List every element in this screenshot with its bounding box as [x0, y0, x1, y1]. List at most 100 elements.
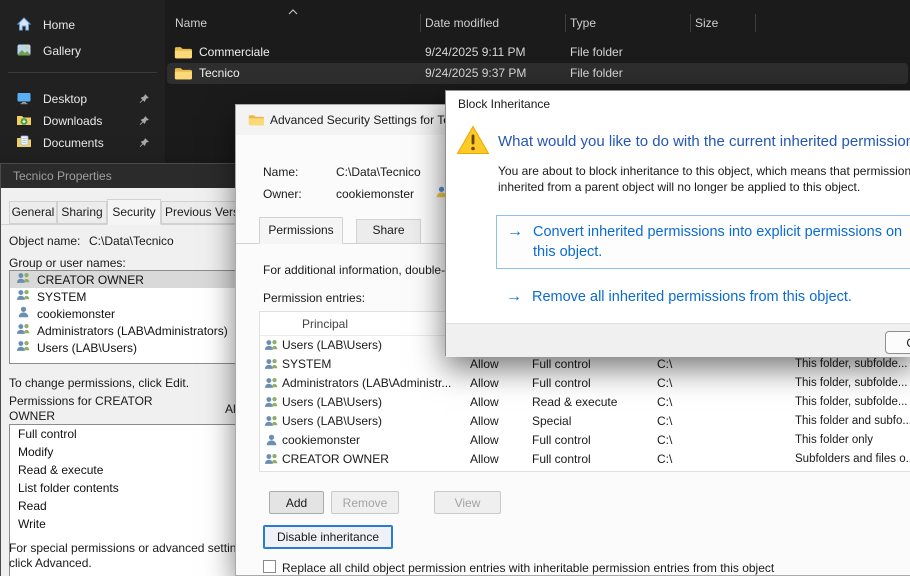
block-dialog-footer — [446, 323, 910, 357]
group-list-label: Group or user names: — [9, 256, 126, 270]
sidebar-item-label: Documents — [43, 136, 104, 150]
column-header-size[interactable]: Size — [695, 12, 718, 34]
group-name: Users (LAB\Users) — [37, 341, 137, 355]
cell-inherited-from: C:\ — [657, 450, 672, 469]
pin-icon — [138, 115, 150, 130]
permission-entry-row[interactable]: SYSTEM Allow Full control C:\ This folde… — [260, 355, 910, 374]
name-label: Name: — [263, 165, 298, 179]
file-name: Tecnico — [199, 63, 240, 84]
cell-access: Special — [532, 412, 571, 431]
cell-principal: Users (LAB\Users) — [282, 336, 464, 355]
cell-applies-to: This folder only — [795, 431, 910, 450]
tab-share[interactable]: Share — [356, 219, 421, 244]
view-button[interactable]: View — [434, 491, 501, 514]
cell-principal: Users (LAB\Users) — [282, 393, 464, 412]
cell-access: Full control — [532, 355, 591, 374]
permission-entry-row[interactable]: Users (LAB\Users) Allow Read & execute C… — [260, 393, 910, 412]
block-dialog-titlebar[interactable]: Block Inheritance — [446, 91, 910, 117]
pin-icon — [138, 93, 150, 108]
owner-value: cookiemonster — [336, 187, 414, 201]
group-icon — [16, 322, 31, 340]
dialog-title: Block Inheritance — [458, 97, 550, 111]
sidebar-separator — [8, 72, 157, 73]
cell-inherited-from: C:\ — [657, 393, 672, 412]
cell-applies-to: This folder, subfolde... — [795, 393, 910, 412]
add-button[interactable]: Add — [269, 491, 324, 514]
cell-type: Allow — [470, 374, 499, 393]
replace-permissions-checkbox[interactable] — [263, 560, 276, 573]
tab-permissions[interactable]: Permissions — [259, 217, 343, 244]
desktop-icon — [16, 90, 32, 109]
group-name: Administrators (LAB\Administrators) — [37, 324, 228, 338]
cell-type: Allow — [470, 355, 499, 374]
cell-applies-to: Subfolders and files o... — [795, 450, 910, 469]
cell-inherited-from: C:\ — [657, 431, 672, 450]
group-icon — [16, 288, 31, 306]
sidebar-item-label: Gallery — [43, 44, 81, 58]
name-value: C:\Data\Tecnico — [336, 165, 421, 179]
sidebar-item-label: Downloads — [43, 114, 102, 128]
folder-icon — [174, 66, 192, 87]
column-header-date-modified[interactable]: Date modified — [425, 12, 499, 34]
column-header-principal[interactable]: Principal — [302, 312, 348, 336]
group-icon — [16, 271, 31, 289]
column-separator[interactable] — [565, 14, 566, 32]
desktop-screen: Home Gallery Desktop Downloads Documents… — [0, 0, 910, 576]
pin-icon — [138, 137, 150, 152]
cell-access: Full control — [532, 431, 591, 450]
cell-type: Allow — [470, 431, 499, 450]
command-arrow-icon: → — [506, 288, 522, 306]
cell-principal: SYSTEM — [282, 355, 464, 374]
tab-general[interactable]: General — [9, 201, 57, 224]
permission-entry-row[interactable]: CREATOR OWNER Allow Full control C:\ Sub… — [260, 450, 910, 469]
cell-principal: cookiemonster — [282, 431, 464, 450]
remove-button[interactable]: Remove — [331, 491, 399, 514]
cell-inherited-from: C:\ — [657, 355, 672, 374]
cell-applies-to: This folder and subfo... — [795, 412, 910, 431]
tab-security[interactable]: Security — [107, 199, 161, 225]
owner-label: Owner: — [263, 187, 302, 201]
column-header-type[interactable]: Type — [570, 12, 596, 34]
group-name: cookiemonster — [37, 307, 115, 321]
sidebar-item-gallery[interactable]: Gallery — [5, 39, 160, 63]
cell-applies-to: This folder, subfolde... — [795, 355, 910, 374]
block-inheritance-dialog: Block Inheritance What would you like to… — [445, 90, 910, 356]
user-icon — [16, 305, 31, 323]
column-separator[interactable] — [420, 14, 421, 32]
file-row-commerciale[interactable]: Commerciale 9/24/2025 9:11 PM File folde… — [167, 42, 908, 63]
sidebar-item-label: Home — [43, 18, 75, 32]
file-row-tecnico[interactable]: Tecnico 9/24/2025 9:37 PM File folder — [167, 63, 908, 84]
permissions-for-label: Permissions for CREATOR OWNER — [9, 394, 159, 424]
convert-permissions-command-link[interactable]: → Convert inherited permissions into exp… — [496, 215, 910, 269]
permission-entries-label: Permission entries: — [263, 291, 365, 305]
cell-access: Read & execute — [532, 393, 617, 412]
documents-icon — [16, 134, 32, 153]
object-name-label: Object name: — [9, 234, 80, 248]
sidebar-item-desktop[interactable]: Desktop — [5, 87, 160, 111]
column-separator[interactable] — [755, 14, 756, 32]
tab-sharing[interactable]: Sharing — [57, 201, 107, 224]
cell-principal: CREATOR OWNER — [282, 450, 464, 469]
block-dialog-body-text: You are about to block inheritance to th… — [498, 163, 910, 195]
sidebar-item-downloads[interactable]: Downloads — [5, 109, 160, 133]
permission-entry-row[interactable]: cookiemonster Allow Full control C:\ Thi… — [260, 431, 910, 450]
remove-permissions-command-link[interactable]: → Remove all inherited permissions from … — [506, 287, 910, 311]
sidebar-item-documents[interactable]: Documents — [5, 131, 160, 155]
column-separator[interactable] — [690, 14, 691, 32]
cell-type: Allow — [470, 393, 499, 412]
permission-entry-row[interactable]: Administrators (LAB\Administr... Allow F… — [260, 374, 910, 393]
cell-principal: Administrators (LAB\Administr... — [282, 374, 464, 393]
disable-inheritance-button[interactable]: Disable inheritance — [263, 525, 393, 549]
group-name: CREATOR OWNER — [37, 273, 144, 287]
file-date-modified: 9/24/2025 9:11 PM — [425, 42, 526, 63]
convert-permissions-label: Convert inherited permissions into expli… — [533, 222, 910, 262]
object-name-value: C:\Data\Tecnico — [89, 234, 174, 248]
replace-permissions-checkbox-label[interactable]: Replace all child object permission entr… — [282, 561, 774, 575]
permission-entry-row[interactable]: Users (LAB\Users) Allow Special C:\ This… — [260, 412, 910, 431]
cell-inherited-from: C:\ — [657, 412, 672, 431]
column-header-name[interactable]: Name — [175, 12, 207, 34]
sort-ascending-icon — [288, 4, 298, 18]
group-icon — [264, 452, 279, 472]
cancel-button[interactable]: Cancel — [885, 331, 910, 354]
sidebar-item-home[interactable]: Home — [5, 13, 160, 37]
